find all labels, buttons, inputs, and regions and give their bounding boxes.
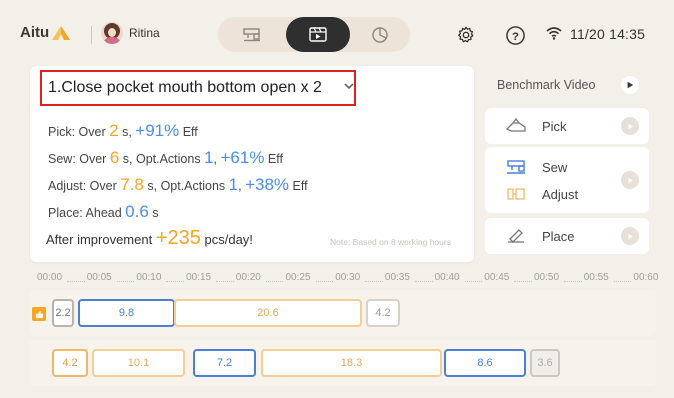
timeline-tick-dots	[67, 281, 85, 282]
benchmark-label-place: Place	[542, 229, 575, 244]
view-tab-bar	[218, 17, 410, 52]
timeline-tick-dots	[166, 281, 185, 282]
sewing-machine-icon	[507, 160, 525, 174]
pie-chart-icon	[372, 26, 388, 43]
timeline-tick-dots	[464, 281, 483, 282]
timeline-tick-dots	[265, 281, 284, 282]
timeline-tick-dots	[116, 281, 135, 282]
timeline-segment[interactable]: 7.2	[193, 349, 256, 377]
timeline-row-current: 2.2 9.8 20.6 4.2	[30, 290, 656, 336]
timeline-tick: 00:15	[186, 272, 212, 283]
timeline-tick: 00:60	[633, 272, 659, 283]
header-divider	[91, 26, 92, 44]
timeline-tick: 00:55	[583, 272, 609, 283]
operation-summary-panel: 1.Close pocket mouth bottom open x 2 Pic…	[30, 66, 474, 262]
timeline-tick-dots	[216, 281, 234, 282]
timeline-tick-dots	[315, 281, 334, 282]
timeline-tick: 00:25	[285, 272, 311, 283]
place-seconds: 0.6	[125, 202, 149, 221]
timeline-tick: 00:05	[86, 272, 112, 283]
adjust-eff-pct: +38%	[245, 175, 290, 194]
sew-seconds: 6	[109, 148, 120, 167]
adjust-stat: Adjust: Over 7.8 s, Opt.Actions 1, +38% …	[48, 175, 308, 194]
timeline-segment[interactable]: 9.8	[78, 299, 175, 327]
wifi-icon	[546, 27, 562, 40]
timeline-tick: 00:45	[484, 272, 510, 283]
timeline-segment[interactable]: 8.6	[444, 349, 526, 377]
place-stat: Place: Ahead 0.6 s	[48, 202, 159, 221]
benchmark-header[interactable]: Benchmark Video	[485, 70, 649, 100]
hand-pick-icon	[505, 117, 526, 132]
timeline-segment[interactable]: 18.3	[261, 349, 442, 377]
benchmark-item-sew-adjust[interactable]: Sew Adjust	[485, 147, 649, 213]
logo-mark-icon	[52, 25, 71, 40]
sew-stat: Sew: Over 6 s, Opt.Actions 1, +61% Eff	[48, 148, 283, 167]
benchmark-label-sew: Sew	[542, 160, 568, 175]
app-logo: Aitu	[20, 24, 71, 41]
benchmark-item-place[interactable]: Place	[485, 218, 649, 254]
pick-stat: Pick: Over 2 s, +91% Eff	[48, 121, 198, 140]
svg-text:?: ?	[512, 30, 519, 42]
timeline-row-benchmark: 4.2 10.1 7.2 18.3 8.6 3.6	[30, 340, 656, 386]
timeline-tick: 00:20	[235, 272, 261, 283]
pick-seconds: 2	[109, 121, 119, 140]
timeline-segment[interactable]: 10.1	[92, 349, 185, 377]
top-bar: Aitu Ritina ? 11/20 14:35	[0, 0, 674, 66]
adjust-opt-actions: 1	[228, 175, 239, 194]
timeline-tick: 00:50	[534, 272, 560, 283]
timeline-segment[interactable]: 2.2	[52, 299, 74, 327]
timeline-segment[interactable]: 3.6	[530, 349, 560, 377]
timeline-axis: 00:00 00:05 00:10 00:15 00:20 00:25 00:30 00:35…	[0, 268, 674, 288]
timeline-tick-dots	[414, 281, 433, 282]
thumbs-up-icon	[32, 307, 46, 321]
timeline-tick-dots	[365, 281, 383, 282]
timeline-tick: 00:30	[335, 272, 361, 283]
place-icon	[508, 229, 524, 243]
timeline-tick-dots	[514, 281, 532, 282]
timeline-tick-dots	[564, 281, 582, 282]
timeline-tick-dots	[613, 281, 632, 282]
timeline-segment[interactable]: 4.2	[52, 349, 88, 377]
tab-stats[interactable]	[348, 17, 412, 52]
benchmark-label-adjust: Adjust	[542, 187, 579, 202]
adjust-seconds: 7.8	[120, 175, 144, 194]
play-icon[interactable]	[621, 227, 639, 245]
timeline-segment[interactable]: 4.2	[366, 299, 400, 327]
play-icon[interactable]	[621, 171, 639, 189]
user-name[interactable]: Ritina	[129, 26, 160, 40]
timeline-tick: 00:00	[37, 272, 63, 283]
play-icon[interactable]	[621, 76, 639, 94]
avatar[interactable]	[101, 22, 123, 44]
adjust-hands-icon	[507, 188, 525, 200]
benchmark-title: Benchmark Video	[497, 78, 596, 92]
sewing-machine-icon	[243, 27, 260, 41]
play-icon[interactable]	[621, 117, 639, 135]
help-icon[interactable]: ?	[504, 24, 526, 46]
tab-machine[interactable]	[220, 17, 284, 52]
sew-eff-pct: +61%	[220, 148, 265, 167]
logo-text: Aitu	[20, 24, 50, 41]
footnote: Note: Based on 8 working hours	[330, 237, 451, 247]
improvement-value: +235	[155, 227, 201, 249]
chevron-down-icon[interactable]	[343, 80, 355, 92]
timeline-tick: 00:10	[136, 272, 162, 283]
video-player-icon	[309, 26, 327, 42]
sew-opt-actions: 1	[204, 148, 214, 167]
timeline-tick: 00:35	[384, 272, 410, 283]
pick-eff-pct: +91%	[135, 121, 180, 140]
operation-title[interactable]: 1.Close pocket mouth bottom open x 2	[48, 79, 322, 97]
benchmark-item-pick[interactable]: Pick	[485, 108, 649, 144]
improvement-summary: After improvement +235 pcs/day!	[46, 227, 253, 249]
timeline-segment[interactable]: 20.6	[174, 299, 362, 327]
clock: 11/20 14:35	[570, 26, 646, 42]
tab-video[interactable]	[286, 17, 350, 52]
timeline-tick: 00:40	[434, 272, 460, 283]
settings-gear-icon[interactable]	[455, 24, 477, 46]
benchmark-label-pick: Pick	[542, 119, 567, 134]
